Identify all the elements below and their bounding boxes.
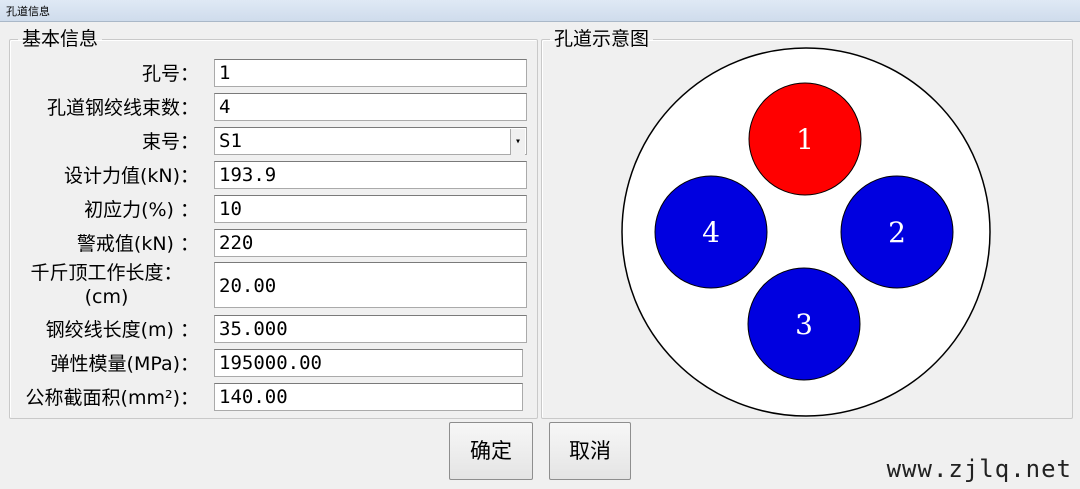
elastic-modulus-input[interactable]: 195000.00 [214, 349, 523, 377]
strand-3[interactable]: 3 [747, 267, 861, 381]
title-bar: 孔道信息 [0, 0, 1080, 22]
ok-button[interactable]: 确定 [449, 422, 533, 480]
chevron-down-icon[interactable]: ▾ [510, 129, 525, 155]
design-force-input[interactable]: 193.9 [214, 161, 527, 189]
bundle-no-select[interactable]: S1 ▾ [214, 127, 527, 155]
bundle-no-value: S1 [219, 130, 242, 152]
strand-1[interactable]: 1 [748, 82, 862, 196]
cancel-button[interactable]: 取消 [549, 422, 631, 480]
strand-length-label: 钢绞线长度(m) ： [45, 319, 199, 341]
elastic-modulus-label: 弹性模量(MPa)： [50, 353, 199, 375]
strand-count-input[interactable]: 4 [214, 93, 527, 121]
jack-length-label-line1: 千斤顶工作长度： [30, 262, 183, 284]
jack-length-input[interactable]: 20.00 [214, 262, 527, 308]
strand-2-label: 2 [888, 216, 906, 249]
window-title: 孔道信息 [6, 5, 50, 18]
nominal-area-input[interactable]: 140.00 [214, 383, 523, 411]
watermark: www.zjlq.net [886, 455, 1072, 483]
initial-stress-label: 初应力(%) ： [84, 199, 199, 221]
duct-diagram-legend: 孔道示意图 [554, 28, 650, 50]
strand-1-label: 1 [796, 123, 814, 156]
warning-value-input[interactable]: 220 [214, 229, 527, 257]
strand-count-label: 孔道钢绞线束数： [46, 97, 199, 119]
strand-4[interactable]: 4 [654, 175, 768, 289]
strand-3-label: 3 [795, 308, 813, 341]
strand-4-label: 4 [702, 216, 720, 249]
strand-2[interactable]: 2 [840, 175, 954, 289]
dialog-client: 基本信息 孔号： 1 孔道钢绞线束数： 4 束号： S1 ▾ 设计力值(kN)：… [0, 22, 1080, 489]
warning-value-label: 警戒值(kN) ： [76, 233, 199, 255]
hole-no-input[interactable]: 1 [214, 59, 527, 87]
duct-diagram: 1 2 3 4 [621, 47, 991, 417]
strand-length-input[interactable]: 35.000 [214, 315, 527, 343]
jack-length-label-line2: (cm) [84, 286, 129, 308]
nominal-area-label: 公称截面积(mm²)： [25, 387, 199, 409]
design-force-label: 设计力值(kN)： [63, 165, 199, 187]
basic-info-rows: 孔号： 1 孔道钢绞线束数： 4 束号： S1 ▾ 设计力值(kN)： 193.… [9, 22, 536, 422]
bundle-no-label: 束号： [141, 131, 199, 153]
initial-stress-input[interactable]: 10 [214, 195, 527, 223]
hole-no-label: 孔号： [141, 63, 199, 85]
